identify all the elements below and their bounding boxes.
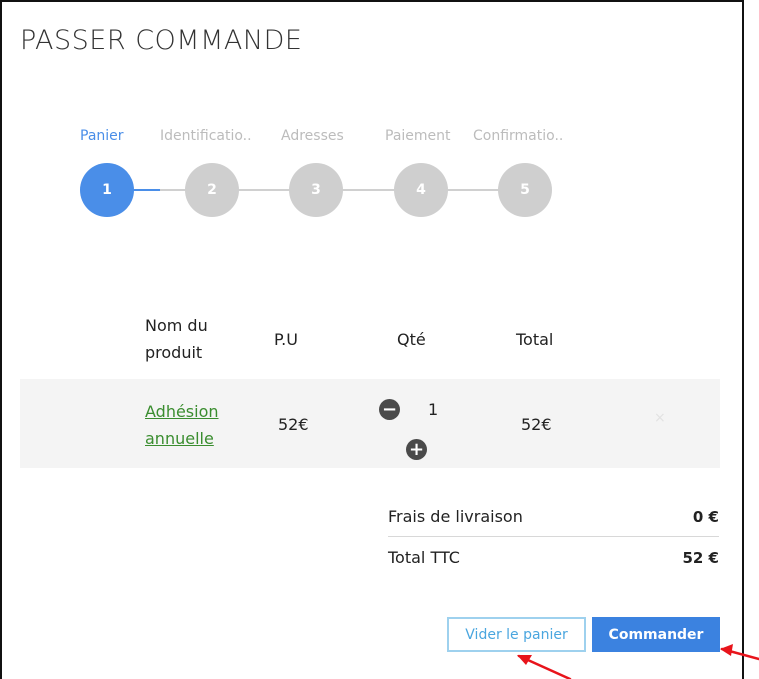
annotation-arrows (517, 644, 759, 679)
arrow-head-order (720, 644, 733, 656)
